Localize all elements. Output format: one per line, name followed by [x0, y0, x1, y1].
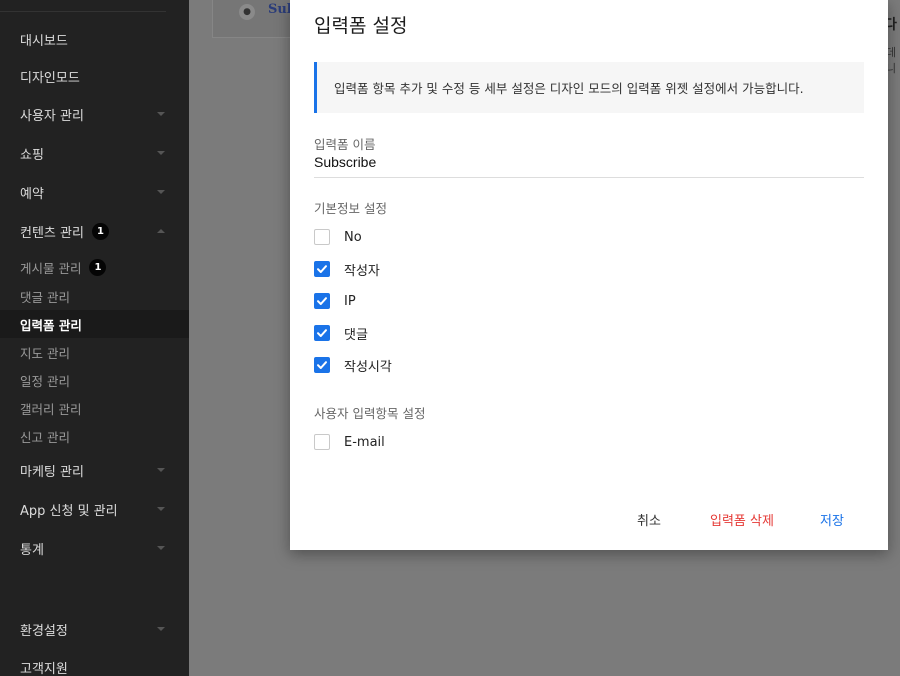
sidebar-item-label: 지도 관리	[20, 345, 70, 361]
sidebar-item-label: 대시보드	[20, 33, 68, 49]
sidebar-item-shopping[interactable]: 쇼핑	[0, 139, 189, 167]
sidebar-item-marketing-management[interactable]: 마케팅 관리	[0, 456, 189, 484]
dialog-title: 입력폼 설정	[314, 15, 408, 37]
chevron-down-icon	[157, 151, 165, 155]
chevron-down-icon	[157, 190, 165, 194]
sidebar-item-content-management[interactable]: 컨텐츠 관리 1	[0, 217, 189, 245]
sidebar-item-schedule-management[interactable]: 일정 관리	[0, 366, 189, 394]
sidebar-item-label: 컨텐츠 관리	[20, 225, 84, 241]
chevron-down-icon	[157, 112, 165, 116]
basic-info-section-label: 기본정보 설정	[314, 201, 387, 216]
background-text: 데니	[886, 46, 897, 75]
sidebar-item-label: 입력폼 관리	[20, 317, 82, 333]
save-button[interactable]: 저장	[820, 510, 844, 529]
checkbox-no[interactable]: No	[314, 227, 362, 247]
sidebar-item-label: 댓글 관리	[20, 289, 70, 305]
chevron-down-icon	[157, 507, 165, 511]
sidebar-item-app-management[interactable]: App 신청 및 관리	[0, 495, 189, 523]
sidebar-item-report-management[interactable]: 신고 관리	[0, 422, 189, 450]
form-name-input[interactable]: Subscribe	[314, 154, 864, 178]
notification-badge: 1	[91, 222, 109, 240]
sidebar-item-dashboard[interactable]: 대시보드	[0, 25, 189, 53]
chevron-up-icon	[157, 229, 165, 233]
sidebar-item-reservation[interactable]: 예약	[0, 178, 189, 206]
checkbox-comment[interactable]: 댓글	[314, 323, 368, 343]
checkbox-label: No	[344, 229, 362, 245]
checkbox-box[interactable]	[314, 357, 330, 373]
sidebar-item-gallery-management[interactable]: 갤러리 관리	[0, 394, 189, 422]
checkbox-author[interactable]: 작성자	[314, 259, 380, 279]
checkbox-created-time[interactable]: 작성시각	[314, 355, 392, 375]
chevron-down-icon	[157, 468, 165, 472]
sidebar-item-label: 사용자 관리	[20, 108, 84, 124]
sidebar-item-label: 환경설정	[20, 623, 68, 639]
checkbox-box[interactable]	[314, 293, 330, 309]
checkbox-box[interactable]	[314, 261, 330, 277]
chevron-down-icon	[157, 546, 165, 550]
sidebar-item-label: 디자인모드	[20, 70, 80, 86]
checkbox-label: E-mail	[344, 434, 385, 450]
info-notice: 입력폼 항목 추가 및 수정 등 세부 설정은 디자인 모드의 입력폼 위젯 설…	[314, 62, 864, 113]
sidebar-item-label: 일정 관리	[20, 373, 70, 389]
checkbox-ip[interactable]: IP	[314, 291, 356, 311]
checkmark-icon	[317, 297, 327, 305]
sidebar-item-support[interactable]: 고객지원	[0, 653, 189, 676]
sidebar-item-label: 고객지원	[20, 661, 68, 676]
sidebar-item-settings[interactable]: 환경설정	[0, 615, 189, 643]
checkmark-icon	[317, 361, 327, 369]
sidebar-item-post-management[interactable]: 게시물 관리 1	[0, 253, 189, 281]
sidebar-item-map-management[interactable]: 지도 관리	[0, 338, 189, 366]
sidebar-item-form-management[interactable]: 입력폼 관리	[0, 310, 189, 338]
cancel-button[interactable]: 취소	[637, 510, 661, 529]
checkmark-icon	[317, 265, 327, 273]
sidebar-item-label: 예약	[20, 186, 44, 202]
checkbox-box[interactable]	[314, 434, 330, 450]
sidebar: 대시보드 디자인모드 사용자 관리 쇼핑 예약 컨텐츠 관리 1 게시물 관리 …	[0, 0, 189, 676]
checkbox-label: 작성시각	[344, 359, 392, 375]
delete-form-button[interactable]: 입력폼 삭제	[710, 510, 774, 529]
sidebar-item-label: 마케팅 관리	[20, 464, 84, 480]
sidebar-item-label: 신고 관리	[20, 429, 70, 445]
korea-flag-icon: ●	[239, 4, 255, 20]
user-fields-section-label: 사용자 입력항목 설정	[314, 406, 426, 421]
checkbox-label: 댓글	[344, 327, 368, 343]
sidebar-item-label: 갤러리 관리	[20, 401, 82, 417]
sidebar-item-label: 쇼핑	[20, 147, 44, 163]
checkbox-box[interactable]	[314, 229, 330, 245]
sidebar-item-user-management[interactable]: 사용자 관리	[0, 100, 189, 128]
sidebar-item-statistics[interactable]: 통계	[0, 534, 189, 562]
sidebar-item-label: 게시물 관리	[20, 260, 82, 276]
form-name-label: 입력폼 이름	[314, 137, 376, 152]
checkbox-box[interactable]	[314, 325, 330, 341]
info-notice-text: 입력폼 항목 추가 및 수정 등 세부 설정은 디자인 모드의 입력폼 위젯 설…	[334, 81, 804, 96]
checkbox-label: IP	[344, 293, 356, 309]
checkmark-icon	[317, 329, 327, 337]
notification-badge: 1	[89, 258, 107, 276]
sidebar-divider	[0, 11, 166, 12]
form-settings-dialog: 입력폼 설정 입력폼 항목 추가 및 수정 등 세부 설정은 디자인 모드의 입…	[290, 0, 888, 550]
chevron-down-icon	[157, 627, 165, 631]
sidebar-item-label: App 신청 및 관리	[20, 503, 118, 519]
checkbox-email[interactable]: E-mail	[314, 432, 385, 452]
sidebar-item-label: 통계	[20, 542, 44, 558]
sidebar-item-design-mode[interactable]: 디자인모드	[0, 62, 189, 90]
sidebar-item-comment-management[interactable]: 댓글 관리	[0, 282, 189, 310]
checkbox-label: 작성자	[344, 263, 380, 279]
